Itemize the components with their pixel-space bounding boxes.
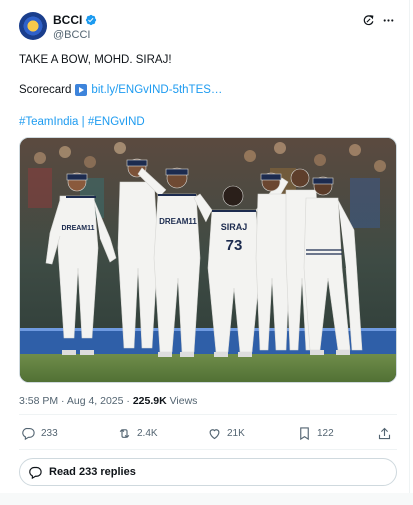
reply-button[interactable]: 233 <box>21 426 58 441</box>
action-bar: 233 2.4K 21K 122 <box>19 423 397 445</box>
tweet-image[interactable]: DREAM11 DREAM11 SIRAJ 73 <box>19 137 397 383</box>
name-row: BCCI <box>53 13 97 27</box>
views-label: Views <box>166 395 198 407</box>
grok-icon[interactable] <box>362 14 375 27</box>
repost-button[interactable]: 2.4K <box>117 426 158 441</box>
tweet-header: BCCI @BCCI <box>19 12 399 44</box>
tweet-card: BCCI @BCCI TAKE A BOW, MOHD. SIRAJ! Scor… <box>8 0 410 505</box>
user-handle[interactable]: @BCCI <box>53 28 90 42</box>
reply-bubble-icon <box>29 466 42 479</box>
hashtags[interactable]: #TeamIndia | #ENGvIND <box>19 115 145 129</box>
jersey-back-name: SIRAJ <box>221 222 248 232</box>
verified-badge-icon <box>86 14 97 26</box>
tweet-meta: 3:58 PM · Aug 4, 2025 · 225.9K Views <box>19 395 197 407</box>
more-options-icon[interactable] <box>382 14 395 27</box>
scorecard-link[interactable]: bit.ly/ENGvIND-5thTES… <box>91 83 222 97</box>
bookmark-button[interactable]: 122 <box>297 426 334 441</box>
heart-icon <box>209 429 220 440</box>
bookmark-count: 122 <box>317 428 334 439</box>
jersey-back-number: 73 <box>226 237 243 254</box>
next-content-strip <box>0 493 413 505</box>
divider <box>19 449 397 450</box>
play-button-icon <box>75 84 88 96</box>
avatar[interactable] <box>19 12 47 40</box>
views-count: 225.9K <box>132 395 167 407</box>
reply-icon <box>22 427 35 441</box>
jersey-sponsor-left: DREAM11 <box>61 225 94 232</box>
celebration-photo: DREAM11 DREAM11 SIRAJ 73 <box>20 138 396 382</box>
repost-icon <box>119 428 130 439</box>
scorecard-line: Scorecard bit.ly/ENGvIND-5thTES… <box>19 83 222 97</box>
scorecard-label: Scorecard <box>19 84 72 96</box>
jersey-sponsor-center: DREAM11 <box>159 217 197 226</box>
like-button[interactable]: 21K <box>207 426 245 441</box>
reply-count: 233 <box>41 428 58 439</box>
read-replies-button[interactable]: Read 233 replies <box>19 458 397 486</box>
read-replies-label: Read 233 replies <box>49 466 136 478</box>
bookmark-icon <box>300 427 309 441</box>
share-button[interactable] <box>377 426 392 441</box>
share-icon <box>378 427 391 440</box>
tweet-headline: TAKE A BOW, MOHD. SIRAJ! <box>19 54 172 66</box>
divider <box>19 414 397 415</box>
display-name[interactable]: BCCI <box>53 13 82 27</box>
like-count: 21K <box>227 428 245 439</box>
repost-count: 2.4K <box>137 428 158 439</box>
timestamp[interactable]: 3:58 PM · Aug 4, 2025 · <box>19 395 133 407</box>
